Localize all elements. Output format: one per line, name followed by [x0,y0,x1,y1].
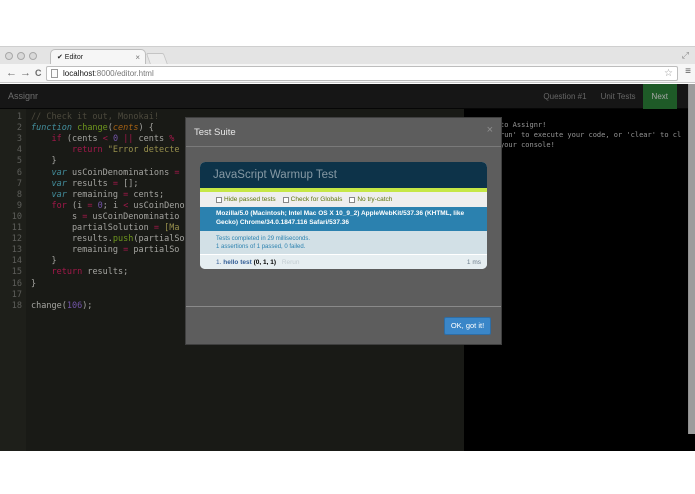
test-row[interactable]: 1. hello test (0, 1, 1) Rerun 1 ms [200,254,487,269]
test-index: 1. [216,259,222,266]
test-runtime: 1 ms [466,259,481,266]
url-path: :8000/editor.html [94,69,154,78]
browser-tab[interactable]: ✔ Editor × [50,49,146,65]
check-globals-option[interactable]: Check for Globals [282,192,342,207]
qunit-report: JavaScript Warmup Test Hide passed tests… [200,162,487,269]
bookmark-star-icon[interactable]: ☆ [664,67,673,80]
close-icon[interactable]: × [487,124,493,136]
hide-passed-option[interactable]: Hide passed tests [216,192,276,207]
close-window-icon[interactable] [5,52,13,60]
browser-titlebar: ✔ Editor × ⤢ [0,46,695,65]
no-try-catch-option[interactable]: No try-catch [349,192,392,207]
url-host: localhost [63,69,95,78]
maximize-window-icon[interactable] [29,52,37,60]
browser-toolbar: ← → C localhost:8000/editor.html ☆ ≡ [0,64,695,83]
qunit-user-agent: Mozilla/5.0 (Macintosh; Intel Mac OS X 1… [200,207,487,231]
checkbox-icon[interactable] [349,196,356,203]
modal-title: Test Suite [194,127,236,138]
minimize-window-icon[interactable] [17,52,25,60]
qunit-header[interactable]: JavaScript Warmup Test [200,162,487,188]
checkbox-icon[interactable] [216,196,222,203]
ok-got-it-button[interactable]: OK, got it! [444,317,491,335]
back-arrow-icon[interactable]: ← [6,65,17,81]
test-suite-modal: Test Suite × JavaScript Warmup Test Hide… [185,117,502,345]
page-icon [51,69,58,78]
browser-menu-icon[interactable]: ≡ [685,66,691,77]
test-counts: (0, 1, 1) [253,259,276,266]
modal-footer: OK, got it! [186,306,501,346]
qunit-result: Tests completed in 29 milliseconds. 1 as… [200,231,487,254]
result-duration: Tests completed in 29 milliseconds. [216,236,311,242]
fullscreen-icon[interactable]: ⤢ [682,50,689,61]
checkbox-icon[interactable] [282,196,289,203]
modal-header: Test Suite × [186,118,501,147]
tab-close-icon[interactable]: × [135,50,140,65]
tab-title: ✔ Editor [57,54,84,61]
rerun-link[interactable]: Rerun [282,259,300,266]
reload-icon[interactable]: C [35,65,42,81]
qunit-toolbar: Hide passed tests Check for Globals No t… [200,192,487,207]
address-bar[interactable]: localhost:8000/editor.html ☆ [46,66,678,81]
page-bottom [0,451,695,494]
forward-arrow-icon[interactable]: → [20,65,31,81]
test-name: hello test [223,259,252,266]
result-assertions: 1 assertions of 1 passed, 0 failed. [216,244,306,250]
